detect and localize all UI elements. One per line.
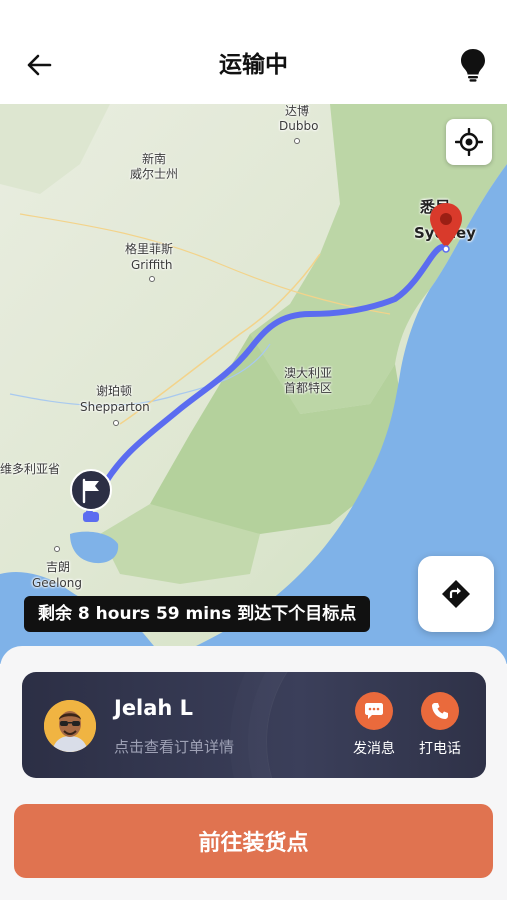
map-label-dubbo-en: Dubbo: [279, 119, 319, 133]
message-label: 发消息: [353, 741, 395, 757]
locate-button[interactable]: [446, 119, 492, 165]
driver-card[interactable]: Jelah L 点击查看订单详情 发消息 打电话: [22, 672, 486, 778]
city-dot-griffith: [149, 276, 155, 282]
city-dot-dubbo: [294, 138, 300, 144]
map-label-shepparton-en: Shepparton: [80, 400, 150, 414]
message-button[interactable]: 发消息: [344, 692, 404, 758]
map-label-act: 澳大利亚 首都特区: [284, 366, 333, 395]
directions-icon: [442, 580, 470, 608]
call-label: 打电话: [419, 741, 461, 757]
page-title: 运输中: [219, 52, 288, 78]
destination-pin-icon[interactable]: [428, 202, 464, 254]
map-label-griffith-cn: 格里菲斯: [125, 242, 174, 256]
map-label-nsw: 新南 威尔士州: [130, 152, 179, 181]
phone-icon: [432, 703, 448, 719]
driver-name: Jelah L: [114, 696, 194, 720]
driver-avatar-image: [44, 700, 96, 752]
call-button[interactable]: 打电话: [410, 692, 470, 758]
crosshair-icon: [455, 128, 483, 156]
map-label-geelong-cn: 吉朗: [46, 560, 71, 574]
lightbulb-icon: [461, 49, 485, 82]
city-dot-shepparton: [113, 420, 119, 426]
go-to-loading-point-button[interactable]: 前往装货点: [14, 804, 493, 878]
navigation-button[interactable]: [418, 556, 494, 632]
city-dot-geelong: [54, 546, 60, 552]
header: 运输中: [0, 0, 507, 104]
map-label-victoria: 维多利亚省: [0, 462, 61, 476]
map-label-dubbo-cn: 达博: [285, 104, 310, 118]
chat-bubble-icon: [365, 703, 383, 719]
avatar: [44, 700, 96, 752]
map-label-griffith-en: Griffith: [131, 258, 173, 272]
eta-banner: 剩余 8 hours 59 mins 到达下个目标点: [24, 596, 371, 632]
order-details-link[interactable]: 点击查看订单详情: [114, 736, 234, 757]
lightbulb-button[interactable]: [456, 46, 490, 84]
origin-flag-icon[interactable]: [68, 468, 114, 528]
call-icon-circle: [421, 692, 459, 730]
map-label-shepparton-cn: 谢珀顿: [96, 384, 133, 398]
message-icon-circle: [355, 692, 393, 730]
map-label-geelong-en: Geelong: [32, 576, 82, 590]
